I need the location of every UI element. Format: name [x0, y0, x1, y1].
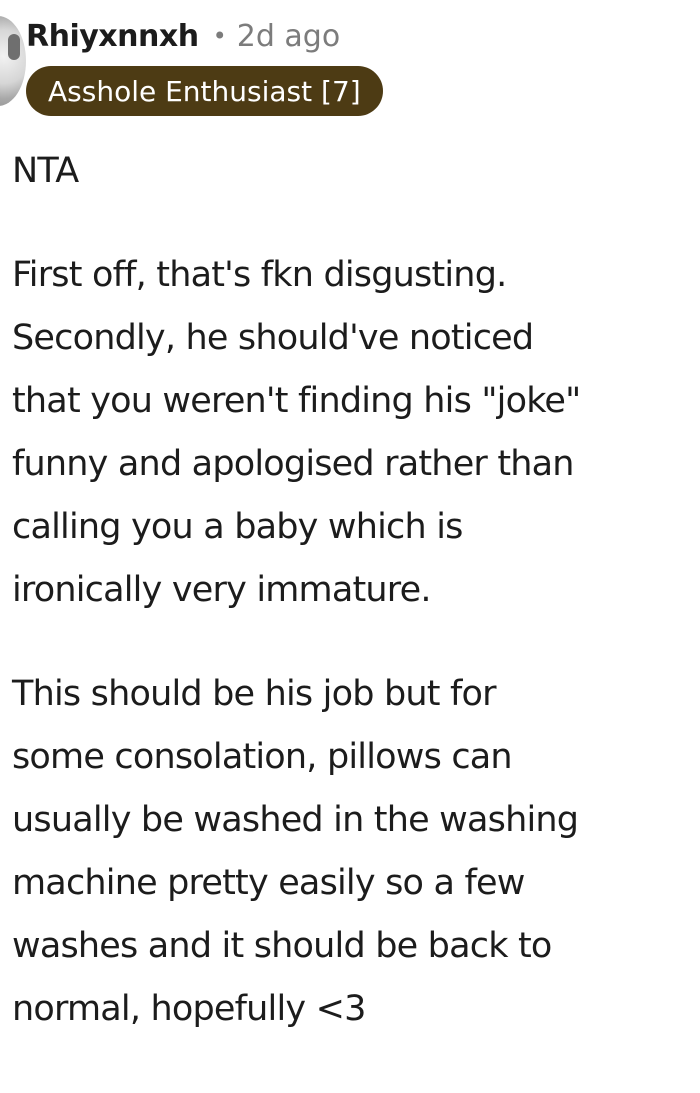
author-username[interactable]: Rhiyxnnxh [26, 19, 199, 54]
comment-line: normal, hopefully <3 [12, 989, 366, 1029]
comment-line: First off, that's fkn disgusting. [12, 255, 507, 295]
comment-line: NTA [12, 151, 79, 191]
comment-line: machine pretty easily so a few [12, 863, 525, 903]
comment-line: This should be his job but for [12, 674, 497, 714]
avatar-figure-icon [8, 34, 20, 60]
comment-paragraph: First off, that's fkn disgusting. Second… [12, 244, 696, 622]
comment-timestamp[interactable]: 2d ago [237, 19, 340, 54]
comment-body: NTA First off, that's fkn disgusting. Se… [12, 140, 696, 1041]
comment-line: that you weren't finding his "joke" [12, 381, 581, 421]
comment-paragraph: NTA [12, 140, 696, 203]
meta-separator: • [212, 22, 227, 50]
comment-line: washes and it should be back to [12, 926, 552, 966]
comment-paragraph: This should be his job but for some cons… [12, 663, 696, 1041]
comment-line: usually be washed in the washing [12, 800, 579, 840]
user-avatar[interactable] [0, 16, 26, 106]
comment-line: ironically very immature. [12, 570, 431, 610]
comment-line: Secondly, he should've noticed [12, 318, 534, 358]
user-flair-badge: Asshole Enthusiast [7] [26, 66, 383, 116]
comment-line: funny and apologised rather than [12, 444, 574, 484]
comment: Rhiyxnnxh • 2d ago Asshole Enthusiast [7… [0, 0, 700, 1093]
comment-line: calling you a baby which is [12, 507, 463, 547]
comment-line: some consolation, pillows can [12, 737, 513, 777]
comment-header: Rhiyxnnxh • 2d ago [26, 14, 340, 58]
